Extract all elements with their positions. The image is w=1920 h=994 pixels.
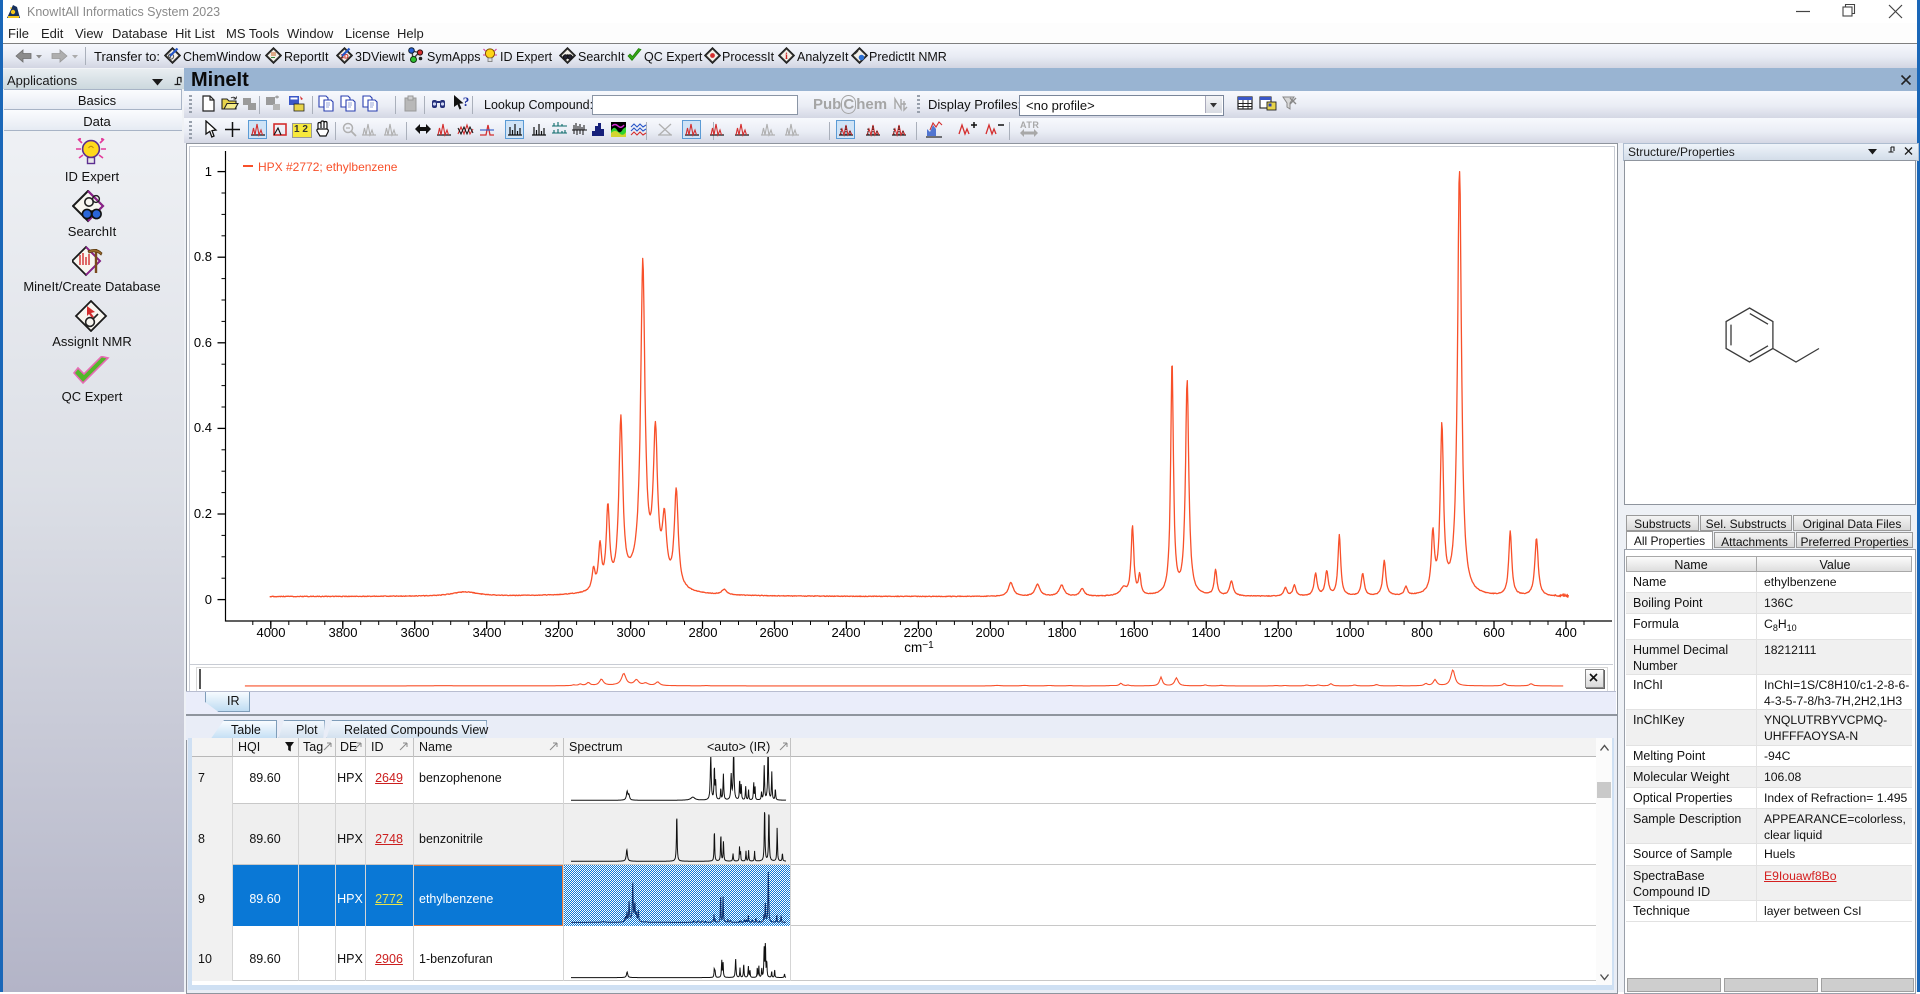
svg-text:?: ? bbox=[463, 94, 470, 109]
svg-text:i: i bbox=[785, 52, 788, 62]
